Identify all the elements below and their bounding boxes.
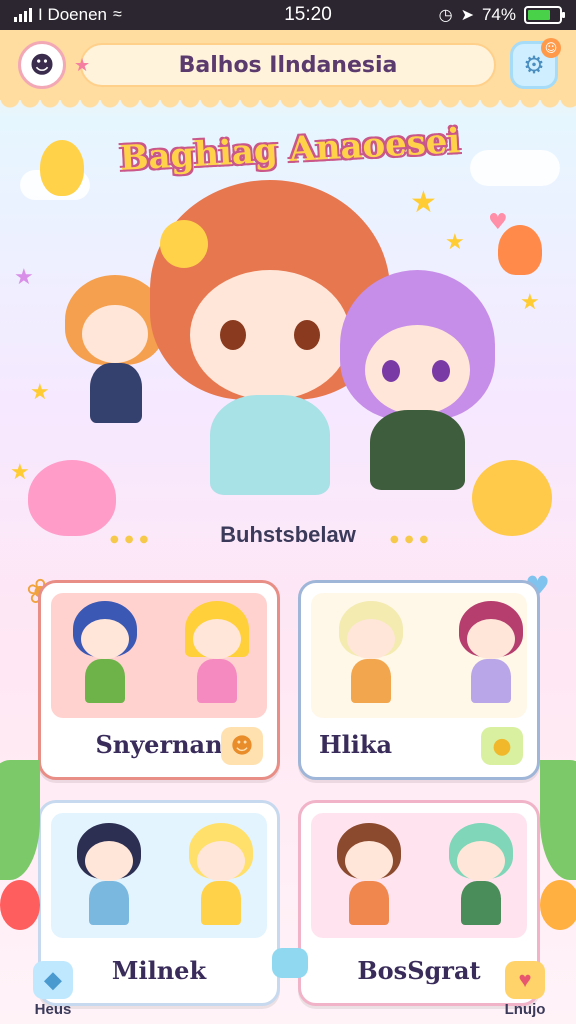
battery-icon: [524, 6, 565, 24]
status-bar: I Doenen ≈ 15:20 ◷ ➤ 74%: [0, 0, 576, 30]
star-icon: ★: [520, 290, 540, 315]
location-icon: ➤: [460, 7, 474, 24]
app-header: ☻ ★ Balhos Ilndanesia ⚙ ☺: [0, 30, 576, 110]
battery-percent: 74%: [481, 5, 516, 24]
settings-button[interactable]: ⚙ ☺: [510, 38, 561, 89]
star-icon: ★: [10, 460, 30, 485]
hero-subtitle: Buhstsbelaw: [220, 522, 356, 547]
character-magenta-hair: [451, 601, 531, 711]
star-icon: ★: [410, 185, 437, 220]
nav-menu-label: Lnujo: [504, 1001, 546, 1018]
wifi-icon: ≈: [113, 6, 122, 23]
clock: 15:20: [284, 4, 332, 25]
card-artwork: [311, 593, 527, 718]
star-icon: ★: [74, 55, 91, 76]
gear-icon: ⚙: [523, 51, 545, 79]
character-brown-hair: [329, 823, 409, 933]
toucan-icon: [160, 220, 208, 268]
character-purple-hair: [340, 270, 495, 500]
card-artwork: [311, 813, 527, 938]
character-blonde-hair: [181, 823, 261, 933]
cat-badge-icon: ☻: [221, 727, 263, 765]
carrier-name: I Doenen: [38, 5, 107, 24]
nav-home-label: Heus: [34, 1001, 72, 1018]
hero-title: Baghiag Anaoesei: [118, 121, 462, 179]
cloud-decoration: [470, 150, 560, 186]
notification-badge-icon: ☺: [541, 38, 561, 58]
character-mint-hair: [441, 823, 521, 933]
character-yellow-hat: [177, 601, 257, 711]
cube-icon: ◆: [33, 961, 73, 999]
ticket-badge-icon[interactable]: ●: [481, 727, 523, 765]
dots-decoration: ●●●: [390, 534, 435, 545]
heart-icon: ♥: [505, 961, 545, 999]
leaf-decoration: [540, 760, 576, 880]
dots-decoration: ●●●: [110, 534, 155, 545]
blob-icon: [272, 948, 308, 978]
nav-home-button[interactable]: ◆ Heus: [18, 948, 88, 1018]
header-title: Balhos Ilndanesia: [178, 52, 398, 78]
cat-face-icon: ☻: [29, 51, 55, 79]
hero-banner[interactable]: Baghiag Anaoesei ★ ★ ★ ★ ★ ★ ♥ Buhstsbel…: [0, 110, 576, 560]
header-title-pill: ★ Balhos Ilndanesia: [74, 43, 496, 87]
character-card[interactable]: Hlika ●: [298, 580, 540, 780]
leaf-decoration: [0, 760, 40, 880]
alarm-icon: ◷: [438, 7, 453, 24]
star-icon: ★: [445, 230, 465, 255]
character-mouse-ears: [331, 601, 411, 711]
balloon-icon: [40, 140, 84, 196]
fruit-decoration: [0, 880, 40, 930]
character-blue-hair: [65, 601, 145, 711]
star-icon: ★: [30, 380, 50, 405]
orange-critter-icon: [498, 225, 542, 275]
card-artwork: [51, 593, 267, 718]
avatar[interactable]: ☻: [18, 41, 66, 89]
nav-menu-button[interactable]: ♥ Lnujo: [490, 948, 560, 1018]
card-artwork: [51, 813, 267, 938]
star-icon: ★: [14, 265, 34, 290]
character-navy-hair: [69, 823, 149, 933]
signal-icon: [14, 8, 32, 22]
fruit-decoration: [540, 880, 576, 930]
character-card[interactable]: Snyernan ☻: [38, 580, 280, 780]
